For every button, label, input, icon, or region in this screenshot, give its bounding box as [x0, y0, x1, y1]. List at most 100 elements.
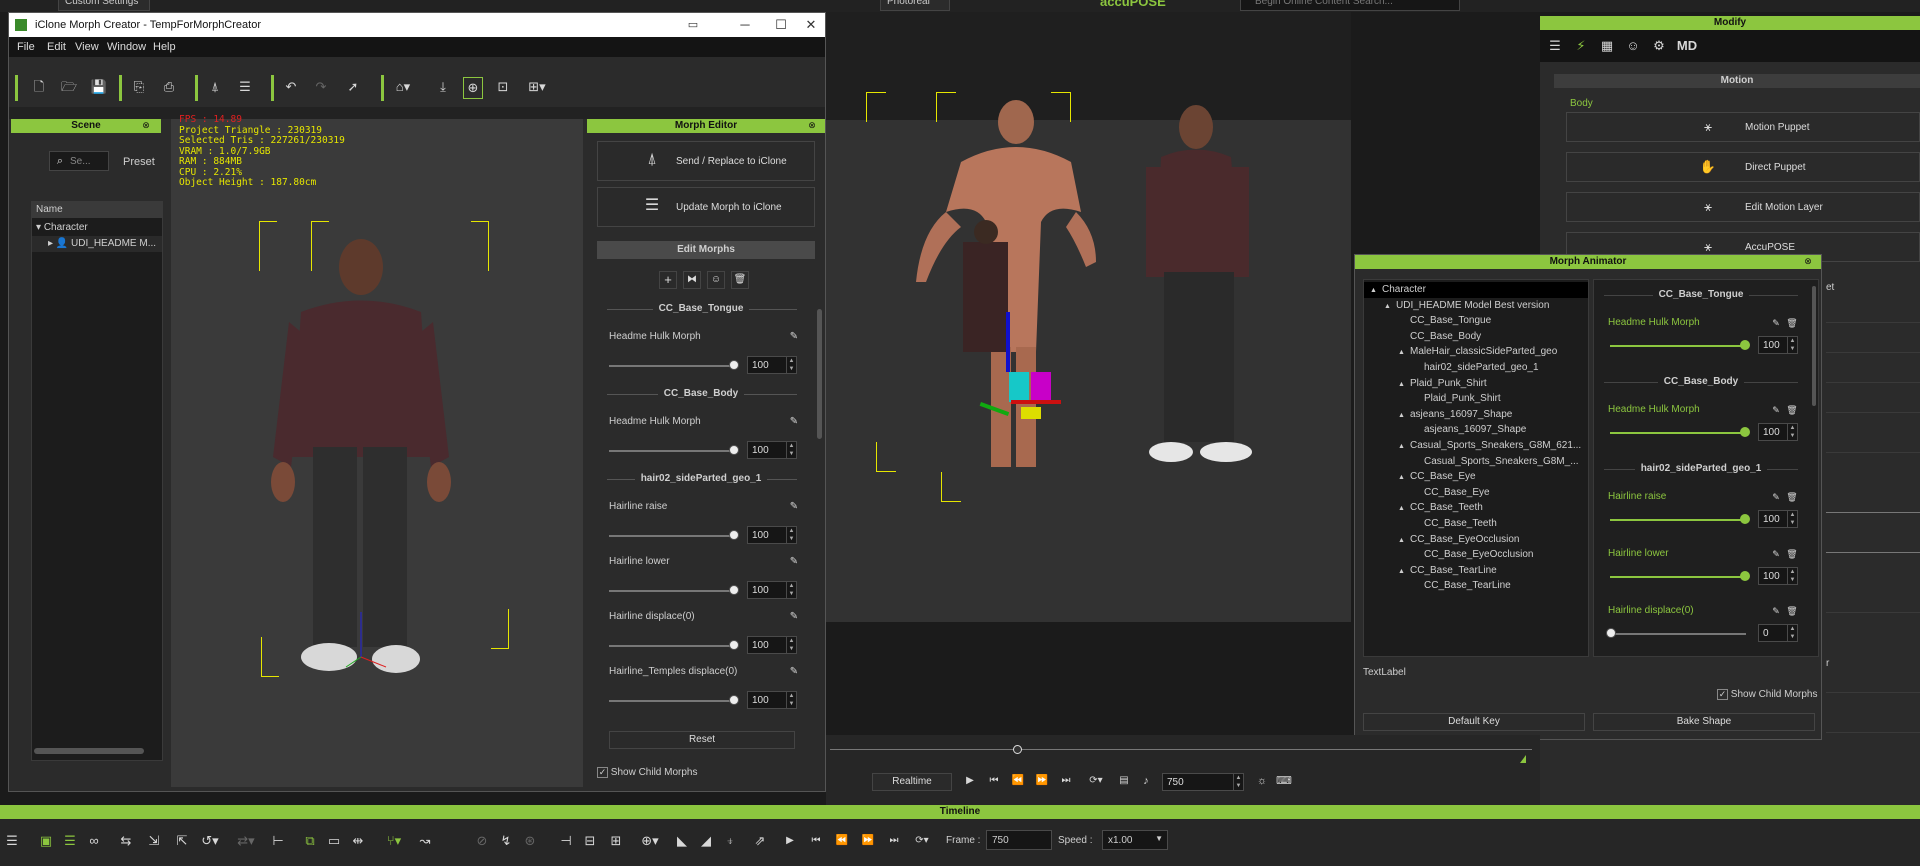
- open-folder-icon[interactable]: 🗁: [59, 77, 79, 97]
- morph-animator-close-icon[interactable]: ⊗: [1801, 251, 1815, 271]
- direct-puppet-button[interactable]: ✋ Direct Puppet: [1566, 152, 1920, 182]
- morph-creator-titlebar[interactable]: iClone Morph Creator - TempForMorphCreat…: [9, 13, 825, 37]
- scene-column-name[interactable]: Name: [32, 202, 162, 218]
- animator-value-input[interactable]: 100 ▲ ▼: [1758, 510, 1798, 528]
- expand-arrow-icon[interactable]: ▲: [1398, 470, 1410, 486]
- render-mode-dropdown[interactable]: Photoreal: [880, 0, 950, 11]
- flag-icon[interactable]: ◣: [674, 831, 690, 851]
- edit-pencil-icon[interactable]: ✎: [787, 327, 801, 347]
- morph-value-input[interactable]: 100 ▲ ▼: [747, 356, 797, 374]
- menu-window[interactable]: Window: [107, 41, 146, 53]
- animator-slider[interactable]: [1610, 633, 1746, 635]
- go-to-end-icon[interactable]: ⏭: [1058, 771, 1074, 791]
- animator-tree-item[interactable]: CC_Base_Body: [1398, 329, 1481, 345]
- animator-value-input[interactable]: 0 ▲ ▼: [1758, 624, 1798, 642]
- bracket-icon[interactable]: ⊟: [582, 831, 598, 851]
- disabled-icon-b[interactable]: ↯: [498, 831, 514, 851]
- undo-icon[interactable]: ↶: [281, 77, 301, 97]
- speed-clip-icon[interactable]: ⇹: [350, 831, 366, 851]
- frame-all-icon[interactable]: ⊡: [493, 77, 513, 97]
- character-model[interactable]: [251, 227, 471, 687]
- mirror-morph-icon[interactable]: ⧓: [683, 271, 701, 289]
- show-child-morphs-checkbox[interactable]: ✓ Show Child Morphs: [597, 767, 698, 778]
- animator-slider[interactable]: [1610, 519, 1746, 521]
- bake-shape-button[interactable]: Bake Shape: [1593, 713, 1815, 731]
- maximize-icon[interactable]: ☐: [769, 15, 793, 35]
- morph-slider-knob[interactable]: [729, 445, 739, 455]
- floor-align-icon[interactable]: ⤓: [433, 77, 453, 97]
- animator-tree-item[interactable]: ▲ CC_Base_TearLine: [1398, 563, 1497, 579]
- animator-slider-knob[interactable]: [1740, 571, 1750, 581]
- animator-slider[interactable]: [1610, 432, 1746, 434]
- select-cursor-icon[interactable]: ➚: [343, 77, 363, 97]
- scene-search-input[interactable]: ⌕ Se...: [49, 151, 109, 171]
- edit-pencil-icon[interactable]: ✎: [1770, 544, 1782, 564]
- expand-arrow-icon[interactable]: ▲: [1398, 377, 1410, 393]
- morph-slider[interactable]: [609, 450, 733, 452]
- loop-range-icon[interactable]: ⧉: [302, 831, 318, 851]
- edit-pencil-icon[interactable]: ✎: [1770, 601, 1782, 621]
- animator-tree-item[interactable]: CC_Base_Eye: [1412, 485, 1490, 501]
- modify-settings-tab-icon[interactable]: ☰: [1544, 36, 1566, 56]
- edit-pencil-icon[interactable]: ✎: [787, 662, 801, 682]
- flip-icon[interactable]: ⇆: [118, 831, 134, 851]
- morph-slider-knob[interactable]: [729, 640, 739, 650]
- motion-puppet-button[interactable]: ⚹ Motion Puppet: [1566, 112, 1920, 142]
- online-content-search[interactable]: Begin Online Content Search...: [1240, 0, 1460, 11]
- morph-value-input[interactable]: 100 ▲ ▼: [747, 581, 797, 599]
- disabled-icon-a[interactable]: ⊘: [474, 831, 490, 851]
- align-icon[interactable]: ⇱: [174, 831, 190, 851]
- playback-scrubber-knob[interactable]: [1013, 745, 1022, 754]
- scene-preset-label[interactable]: Preset: [123, 156, 155, 168]
- animator-show-child-morphs-checkbox[interactable]: ✓ Show Child Morphs: [1717, 689, 1818, 700]
- playback-scrubber[interactable]: [830, 749, 1532, 750]
- restore-icon[interactable]: ▭: [681, 15, 705, 35]
- scene-tree-item[interactable]: ▸ 👤 UDI_HEADME M...: [32, 236, 162, 252]
- timeline-loop-icon[interactable]: ⟳▾: [912, 831, 932, 851]
- sun-light-icon[interactable]: ☼: [1254, 771, 1270, 791]
- animator-tree-item[interactable]: CC_Base_Teeth: [1412, 516, 1497, 532]
- accupose-logo[interactable]: accuPOSE: [1100, 0, 1166, 9]
- minimize-icon[interactable]: ─: [733, 15, 757, 35]
- animator-tree-item[interactable]: ▲ Plaid_Punk_Shirt: [1398, 376, 1487, 392]
- physics-tab-icon[interactable]: ⚙: [1648, 36, 1670, 56]
- animator-tree-item[interactable]: Casual_Sports_Sneakers_G8M_...: [1412, 454, 1579, 470]
- animator-value-input[interactable]: 100 ▲ ▼: [1758, 423, 1798, 441]
- expand-arrow-icon[interactable]: ▲: [1370, 283, 1382, 299]
- delete-icon[interactable]: 🗑: [1786, 313, 1798, 333]
- timeline-menu-icon[interactable]: ☰: [4, 831, 20, 851]
- expand-arrow-icon[interactable]: ▲: [1384, 299, 1396, 315]
- playback-frame-input[interactable]: 750 ▲ ▼: [1162, 773, 1244, 791]
- delete-icon[interactable]: 🗑: [1786, 544, 1798, 564]
- timeline-prev-icon[interactable]: ⏪: [834, 831, 850, 851]
- subtitle-icon[interactable]: ▤: [1116, 771, 1132, 791]
- animator-tree-item[interactable]: hair02_sideParted_geo_1: [1412, 360, 1539, 376]
- face-tab-icon[interactable]: ☺: [1622, 36, 1644, 56]
- expand-arrow-icon[interactable]: ▲: [1398, 345, 1410, 361]
- animator-tree-item[interactable]: ▲ Character: [1364, 282, 1588, 298]
- hulk-morph-figure[interactable]: [881, 92, 1101, 492]
- md-tab-icon[interactable]: MD: [1674, 36, 1700, 56]
- columns-icon[interactable]: ⊞: [608, 831, 624, 851]
- animator-slider-knob[interactable]: [1606, 628, 1616, 638]
- animator-list-scrollbar[interactable]: [1812, 286, 1816, 406]
- animator-tree-item[interactable]: ▲ MaleHair_classicSideParted_geo: [1398, 344, 1557, 360]
- add-morph-icon[interactable]: +: [659, 271, 677, 289]
- animator-tree-item[interactable]: asjeans_16097_Shape: [1412, 422, 1526, 438]
- track-green-icon[interactable]: ☰: [62, 831, 78, 851]
- menu-edit[interactable]: Edit: [47, 41, 66, 53]
- edit-pencil-icon[interactable]: ✎: [1770, 313, 1782, 333]
- retarget-icon[interactable]: ↺▾: [200, 831, 220, 851]
- audio-note-icon[interactable]: ♪: [1138, 771, 1154, 791]
- animator-tree-item[interactable]: Plaid_Punk_Shirt: [1412, 391, 1501, 407]
- preset-dropdown[interactable]: Custom Settings: [58, 0, 150, 11]
- menu-file[interactable]: File: [17, 41, 35, 53]
- edit-pencil-icon[interactable]: ✎: [1770, 400, 1782, 420]
- key-green-icon[interactable]: ▣: [38, 831, 54, 851]
- next-frame-icon[interactable]: ⏩: [1034, 771, 1050, 791]
- expand-arrow-icon[interactable]: ▲: [1398, 408, 1410, 424]
- standing-character[interactable]: [1126, 97, 1276, 487]
- morph-value-input[interactable]: 100 ▲ ▼: [747, 526, 797, 544]
- motion-tab-icon[interactable]: ⚡: [1570, 36, 1592, 56]
- realtime-button[interactable]: Realtime: [872, 773, 952, 791]
